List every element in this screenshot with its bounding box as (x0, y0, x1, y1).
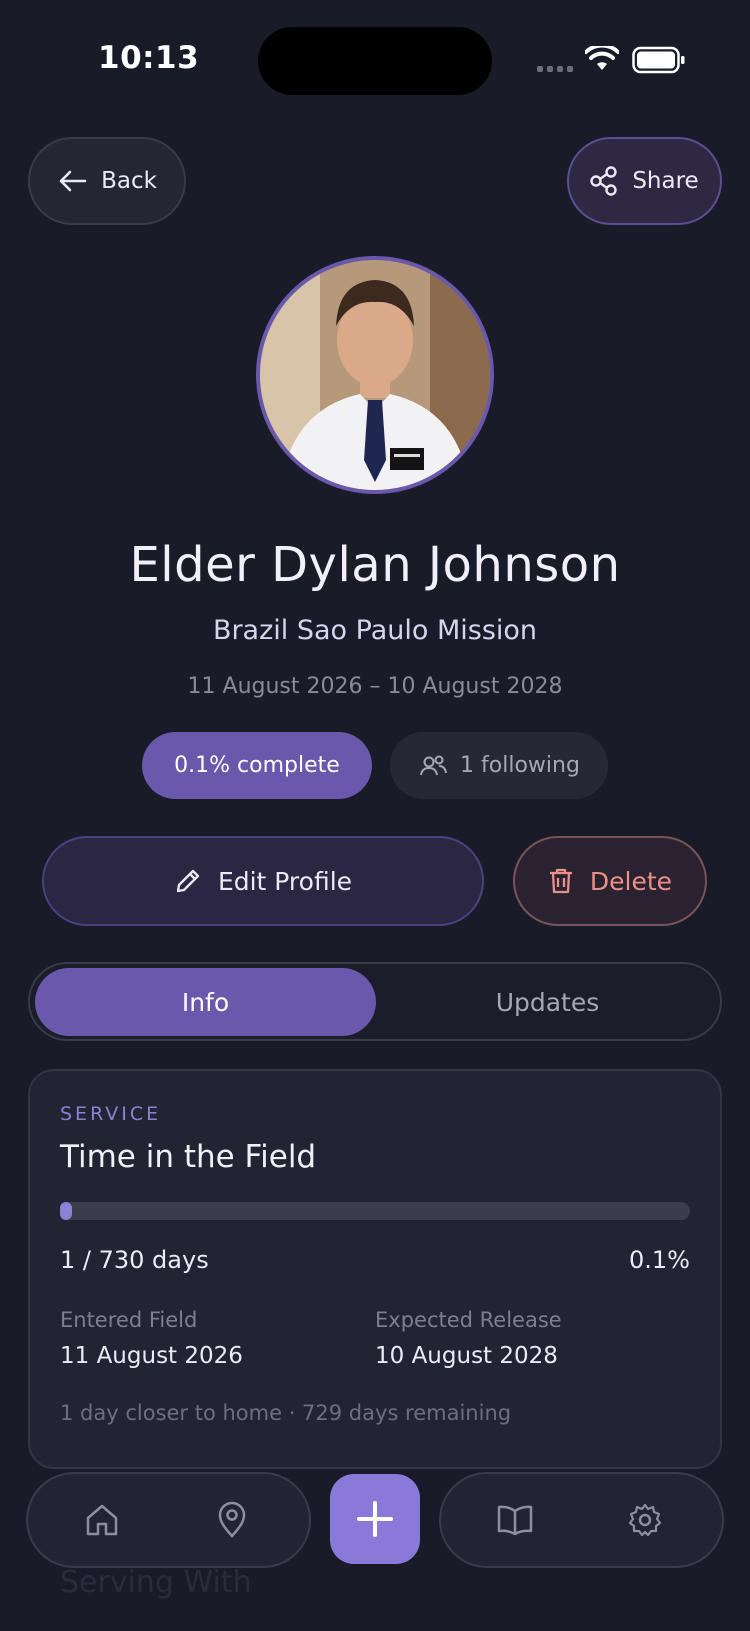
progress-fill (60, 1202, 72, 1220)
completion-badge: 0.1% complete (142, 732, 372, 799)
entered-field-label: Entered Field (60, 1308, 198, 1332)
back-label: Back (101, 168, 157, 194)
wifi-icon (585, 46, 619, 70)
nav-settings[interactable] (621, 1496, 669, 1544)
avatar (256, 256, 494, 494)
home-icon (86, 1504, 118, 1536)
section-title-serving-with: Serving With (60, 1565, 252, 1600)
following-label: 1 following (460, 753, 580, 778)
bottom-nav-left (26, 1472, 311, 1568)
back-button[interactable]: Back (28, 137, 186, 225)
mission-name: Brazil Sao Paulo Mission (212, 615, 538, 646)
trash-icon (549, 868, 572, 894)
edit-profile-label: Edit Profile (217, 866, 353, 896)
add-button[interactable] (330, 1474, 420, 1564)
nav-map[interactable] (208, 1496, 256, 1544)
pencil-icon (176, 869, 200, 893)
service-card: SERVICE Time in the Field 1 / 730 days 0… (28, 1069, 722, 1469)
days-count: 1 / 730 days (60, 1246, 209, 1274)
arrow-left-icon (59, 170, 87, 192)
share-button[interactable]: Share (567, 137, 722, 225)
signal-icon (537, 66, 573, 72)
map-pin-icon (218, 1501, 246, 1538)
delete-button[interactable]: Delete (513, 836, 707, 926)
card-eyebrow: SERVICE (60, 1103, 162, 1125)
nav-home[interactable] (78, 1496, 126, 1544)
book-icon (497, 1505, 533, 1536)
gear-icon (628, 1503, 662, 1537)
expected-release-value: 10 August 2028 (375, 1343, 558, 1369)
users-icon (420, 755, 448, 775)
edit-profile-button[interactable]: Edit Profile (42, 836, 484, 926)
delete-label: Delete (589, 866, 673, 896)
card-title: Time in the Field (60, 1139, 317, 1175)
percent-value: 0.1% (629, 1246, 690, 1274)
mission-dates: 11 August 2026 – 10 August 2028 (187, 674, 563, 699)
tab-updates[interactable]: Updates (380, 968, 715, 1036)
expected-release-label: Expected Release (375, 1308, 562, 1332)
bottom-nav-right (439, 1472, 724, 1568)
profile-name: Elder Dylan Johnson (129, 537, 621, 593)
battery-icon (632, 46, 685, 74)
plus-icon (357, 1501, 393, 1537)
status-time: 10:13 (98, 40, 200, 76)
card-footer-text: 1 day closer to home · 729 days remainin… (60, 1401, 512, 1425)
profile-photo (260, 260, 490, 490)
progress-track (60, 1202, 690, 1220)
entered-field-value: 11 August 2026 (60, 1343, 243, 1369)
dynamic-island (258, 27, 492, 95)
profile-tabs: Info Updates (28, 962, 722, 1041)
following-button[interactable]: 1 following (390, 732, 608, 799)
share-icon (590, 166, 618, 196)
nav-book[interactable] (491, 1496, 539, 1544)
tab-info[interactable]: Info (35, 968, 376, 1036)
share-label: Share (632, 168, 699, 194)
